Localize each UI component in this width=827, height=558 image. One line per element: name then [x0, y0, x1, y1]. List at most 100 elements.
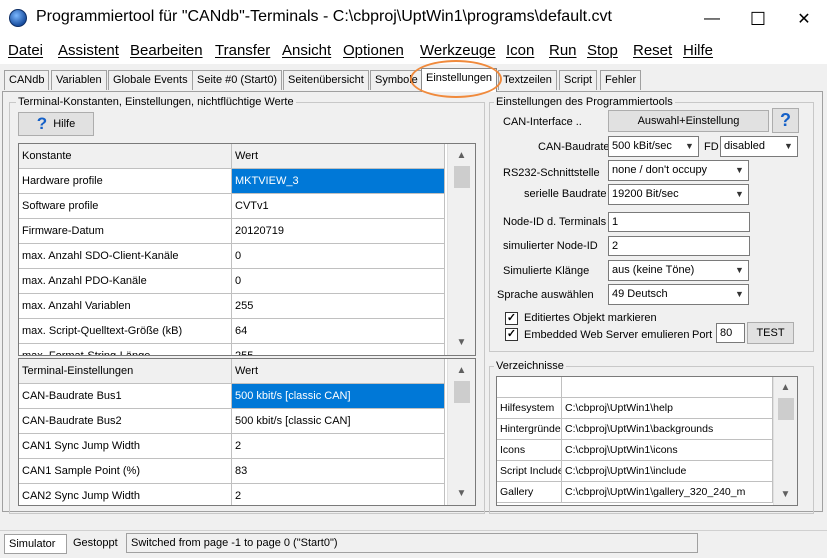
- scroll-thumb[interactable]: [454, 381, 470, 403]
- constant-row[interactable]: max. Anzahl Variablen 255: [19, 294, 447, 319]
- scroll-up-icon[interactable]: ▲: [777, 379, 794, 396]
- directory-value[interactable]: C:\cbproj\UptWin1\help: [562, 398, 773, 419]
- constant-row[interactable]: max. Anzahl SDO-Client-Kanäle 0: [19, 244, 447, 269]
- scroll-down-icon[interactable]: ▼: [777, 486, 794, 503]
- scroll-down-icon[interactable]: ▼: [453, 485, 470, 502]
- tab-seite-0[interactable]: Seite #0 (Start0): [192, 70, 283, 90]
- menu-assistent[interactable]: Assistent: [58, 42, 119, 59]
- constant-value[interactable]: MKTVIEW_3: [232, 169, 445, 194]
- directory-row[interactable]: Icons C:\cbproj\UptWin1\icons: [497, 440, 773, 461]
- chevron-down-icon[interactable]: ▼: [681, 137, 698, 156]
- menu-hilfe[interactable]: Hilfe: [683, 42, 713, 59]
- constant-header-name[interactable]: Konstante: [19, 144, 232, 169]
- constant-value[interactable]: CVTv1: [232, 194, 445, 219]
- menu-reset[interactable]: Reset: [633, 42, 672, 59]
- constant-value[interactable]: 0: [232, 269, 445, 294]
- tab-candb[interactable]: CANdb: [4, 70, 50, 90]
- test-button[interactable]: TEST: [747, 322, 794, 344]
- menu-optionen[interactable]: Optionen: [343, 42, 404, 59]
- simulator-mode[interactable]: Simulator: [4, 534, 67, 554]
- menu-ansicht[interactable]: Ansicht: [282, 42, 331, 59]
- sim-node-field[interactable]: 2: [608, 236, 750, 256]
- setting-value[interactable]: 2: [232, 484, 445, 505]
- constant-value[interactable]: 0: [232, 244, 445, 269]
- chevron-down-icon[interactable]: ▼: [731, 161, 748, 180]
- close-button[interactable]: ✕: [781, 0, 827, 38]
- directory-value[interactable]: C:\cbproj\UptWin1\gallery_320_240_m: [562, 482, 773, 503]
- constant-value[interactable]: 20120719: [232, 219, 445, 244]
- tab-seitenuebersicht[interactable]: Seitenübersicht: [283, 70, 369, 90]
- settings-scrollbar[interactable]: ▲ ▼: [447, 359, 475, 505]
- setting-row[interactable]: CAN1 Sample Point (%) 83: [19, 459, 447, 484]
- tab-variablen[interactable]: Variablen: [51, 70, 107, 90]
- setting-value[interactable]: 500 kbit/s [classic CAN]: [232, 409, 445, 434]
- constant-row[interactable]: max. Script-Quelltext-Größe (kB) 64: [19, 319, 447, 344]
- minimize-button[interactable]: —: [689, 0, 735, 38]
- maximize-button[interactable]: ☐: [735, 0, 781, 38]
- directory-row[interactable]: Gallery C:\cbproj\UptWin1\gallery_320_240…: [497, 482, 773, 503]
- menu-transfer[interactable]: Transfer: [215, 42, 270, 59]
- node-id-field[interactable]: 1: [608, 212, 750, 232]
- menu-run[interactable]: Run: [549, 42, 577, 59]
- setting-row[interactable]: CAN2 Sync Jump Width 2: [19, 484, 447, 505]
- fd-select[interactable]: disabled ▼: [720, 136, 798, 157]
- directory-value[interactable]: C:\cbproj\UptWin1\backgrounds: [562, 419, 773, 440]
- directory-row[interactable]: Hintergründe C:\cbproj\UptWin1\background…: [497, 419, 773, 440]
- scroll-up-icon[interactable]: ▲: [453, 147, 470, 164]
- tool-help-button[interactable]: ?: [772, 108, 799, 133]
- tab-globale-events[interactable]: Globale Events: [108, 70, 193, 90]
- port-field[interactable]: 80: [716, 323, 745, 343]
- serial-baud-select[interactable]: 19200 Bit/sec ▼: [608, 184, 749, 205]
- scroll-down-icon[interactable]: ▼: [453, 334, 470, 351]
- directories-scrollbar[interactable]: ▲ ▼: [773, 377, 797, 505]
- constants-scrollbar[interactable]: ▲ ▼: [447, 144, 475, 355]
- setting-row[interactable]: CAN-Baudrate Bus1 500 kbit/s [classic CAN…: [19, 384, 447, 409]
- constant-header-value[interactable]: Wert: [232, 144, 445, 169]
- setting-header-value[interactable]: Wert: [232, 359, 445, 384]
- constant-value[interactable]: 255: [232, 344, 445, 355]
- tab-textzeilen[interactable]: Textzeilen: [498, 70, 557, 90]
- directory-row[interactable]: Script Includes C:\cbproj\UptWin1\include: [497, 461, 773, 482]
- setting-row[interactable]: CAN1 Sync Jump Width 2: [19, 434, 447, 459]
- language-select[interactable]: 49 Deutsch ▼: [608, 284, 749, 305]
- tab-fehler[interactable]: Fehler: [600, 70, 642, 90]
- chevron-down-icon[interactable]: ▼: [731, 185, 748, 204]
- menu-werkzeuge[interactable]: Werkzeuge: [420, 42, 496, 59]
- chevron-down-icon[interactable]: ▼: [731, 285, 748, 304]
- menu-icon[interactable]: Icon: [506, 42, 534, 59]
- chevron-down-icon[interactable]: ▼: [780, 137, 797, 156]
- constant-value[interactable]: 64: [232, 319, 445, 344]
- constant-row[interactable]: max. Format-String-Länge 255: [19, 344, 447, 355]
- setting-value[interactable]: 83: [232, 459, 445, 484]
- scroll-thumb[interactable]: [454, 166, 470, 188]
- rs232-select[interactable]: none / don't occupy ▼: [608, 160, 749, 181]
- menu-datei[interactable]: Datei: [8, 42, 43, 59]
- setting-value[interactable]: 500 kbit/s [classic CAN]: [232, 384, 445, 409]
- mark-edited-checkbox[interactable]: ✓: [505, 312, 518, 325]
- chevron-down-icon[interactable]: ▼: [731, 261, 748, 280]
- webserver-checkbox[interactable]: ✓: [505, 328, 518, 341]
- scroll-thumb[interactable]: [778, 398, 794, 420]
- setting-value[interactable]: 2: [232, 434, 445, 459]
- directory-value[interactable]: C:\cbproj\UptWin1\icons: [562, 440, 773, 461]
- menu-bearbeiten[interactable]: Bearbeiten: [130, 42, 203, 59]
- constant-value[interactable]: 255: [232, 294, 445, 319]
- constant-header-row: Konstante Wert: [19, 144, 447, 169]
- constant-row[interactable]: max. Anzahl PDO-Kanäle 0: [19, 269, 447, 294]
- directory-row[interactable]: Hilfesystem C:\cbproj\UptWin1\help: [497, 398, 773, 419]
- help-button[interactable]: ? Hilfe: [18, 112, 94, 136]
- directory-row[interactable]: Programs C:\cbproj\UptWin1\programs: [497, 377, 773, 398]
- constant-row[interactable]: Software profile CVTv1: [19, 194, 447, 219]
- directory-value[interactable]: C:\cbproj\UptWin1\include: [562, 461, 773, 482]
- constant-row[interactable]: Hardware profile MKTVIEW_3: [19, 169, 447, 194]
- can-interface-button[interactable]: Auswahl+Einstellung: [608, 110, 769, 132]
- setting-header-name[interactable]: Terminal-Einstellungen: [19, 359, 232, 384]
- can-baud-select[interactable]: 500 kBit/sec ▼: [608, 136, 699, 157]
- menu-stop[interactable]: Stop: [587, 42, 618, 59]
- tab-script[interactable]: Script: [559, 70, 598, 90]
- directory-value[interactable]: C:\cbproj\UptWin1\programs: [562, 377, 773, 398]
- scroll-up-icon[interactable]: ▲: [453, 362, 470, 379]
- sounds-select[interactable]: aus (keine Töne) ▼: [608, 260, 749, 281]
- constant-row[interactable]: Firmware-Datum 20120719: [19, 219, 447, 244]
- setting-row[interactable]: CAN-Baudrate Bus2 500 kbit/s [classic CAN…: [19, 409, 447, 434]
